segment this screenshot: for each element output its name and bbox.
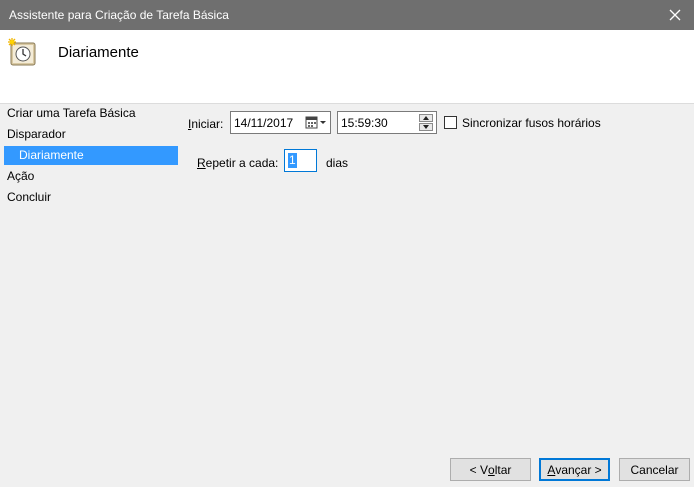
time-spinner <box>419 114 434 131</box>
back-button[interactable]: < Vo ltar <box>450 458 531 481</box>
sync-timezones-label[interactable]: Sincronizar fusos horários <box>462 116 601 130</box>
step-daily[interactable]: Diariamente <box>4 146 178 165</box>
time-increment-button[interactable] <box>419 114 433 122</box>
start-date-picker[interactable]: 14/11/2017 <box>230 111 331 134</box>
title-bar: Assistente para Criação de Tarefa Básica <box>0 0 694 30</box>
step-action[interactable]: Ação <box>0 167 180 188</box>
cancel-button[interactable]: Cancelar <box>619 458 690 481</box>
repeat-interval-value: 1 <box>288 153 297 168</box>
step-finish[interactable]: Concluir <box>0 188 180 209</box>
close-icon <box>669 9 681 21</box>
start-time-value: 15:59:30 <box>341 116 388 130</box>
repeat-unit-label: dias <box>326 156 349 170</box>
wizard-header: Diariamente <box>0 30 694 104</box>
start-label: Iniciar: <box>188 117 224 131</box>
step-create-basic-task[interactable]: Criar uma Tarefa Básica <box>0 104 180 125</box>
repeat-label: Repetir a cada: <box>197 156 279 170</box>
page-title: Diariamente <box>58 44 139 61</box>
start-time-picker[interactable]: 15:59:30 <box>337 111 437 134</box>
window-title: Assistente para Criação de Tarefa Básica <box>9 8 229 22</box>
repeat-interval-input[interactable]: 1 <box>284 149 317 172</box>
calendar-dropdown-icon[interactable] <box>304 115 328 130</box>
scheduled-task-clock-icon <box>8 38 36 66</box>
time-decrement-button[interactable] <box>419 123 433 131</box>
step-trigger[interactable]: Disparador <box>0 125 180 146</box>
sync-timezones-checkbox[interactable] <box>444 116 457 129</box>
chevron-up-icon <box>423 116 429 120</box>
start-date-value: 14/11/2017 <box>234 116 294 130</box>
wizard-steps: Criar uma Tarefa Básica Disparador Diari… <box>0 104 180 209</box>
close-button[interactable] <box>656 0 694 30</box>
chevron-down-icon <box>423 125 429 129</box>
next-button[interactable]: Avançar > <box>539 458 610 481</box>
